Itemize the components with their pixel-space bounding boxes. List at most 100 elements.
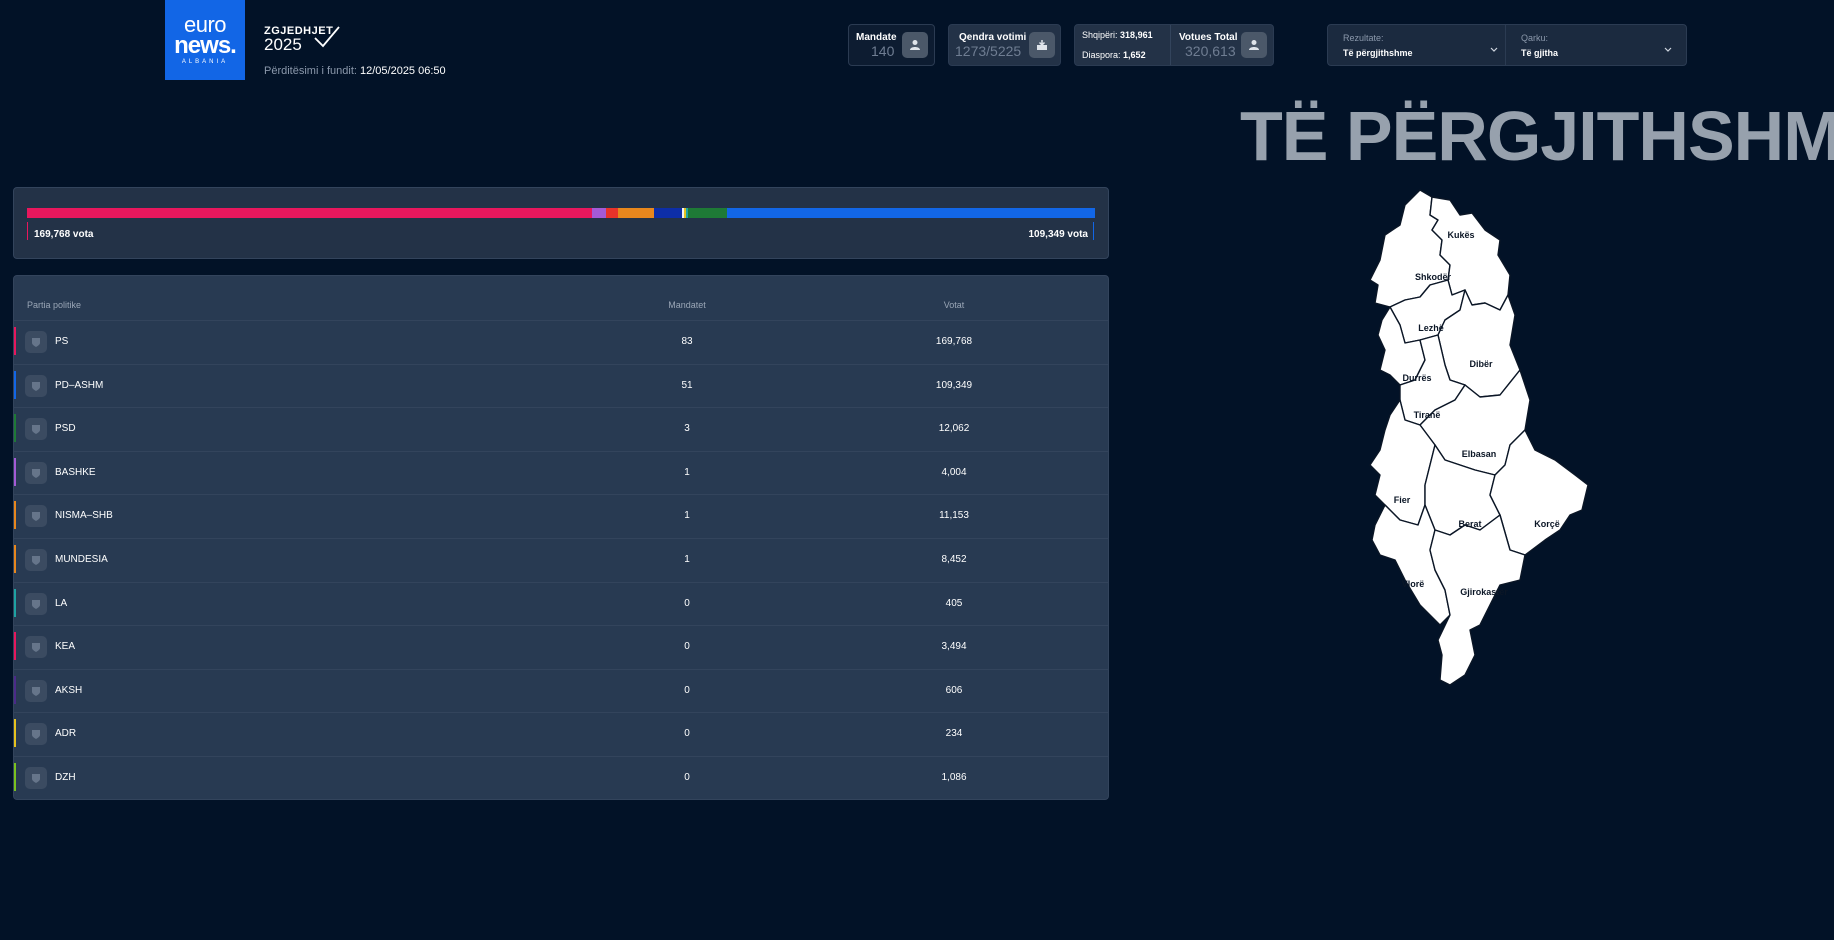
ballot-box-icon bbox=[1029, 32, 1055, 58]
map-label-fier: Fier bbox=[1393, 495, 1411, 505]
party-name: BASHKE bbox=[55, 466, 96, 478]
person-icon bbox=[1241, 32, 1267, 58]
map-label-korce: Korçë bbox=[1534, 519, 1560, 529]
party-name: LA bbox=[55, 597, 68, 609]
party-votes: 8,452 bbox=[941, 554, 967, 565]
region-title: TË PËRGJITHSHME bbox=[1240, 97, 1834, 175]
shqiperi-value: 318,961 bbox=[1120, 30, 1153, 40]
diaspora-row: Diaspora: 1,652 bbox=[1082, 50, 1146, 60]
table-row[interactable]: MUNDESIA 1 8,452 bbox=[14, 538, 1108, 583]
bar-segment-ps[interactable] bbox=[27, 208, 592, 218]
party-seats: 1 bbox=[684, 510, 690, 522]
bar-left-label: 169,768 vota bbox=[34, 229, 94, 240]
table-row[interactable]: ADR 0 234 bbox=[14, 712, 1108, 757]
party-votes: 109,349 bbox=[935, 379, 973, 391]
qendra-value: 1273/5225 bbox=[955, 43, 1022, 59]
ps-logo-icon bbox=[25, 331, 47, 353]
party-color-stripe bbox=[14, 719, 16, 748]
table-row[interactable]: PSD 3 12,062 bbox=[14, 407, 1108, 452]
header-seats: Mandatet bbox=[668, 300, 706, 310]
party-name: MUNDESIA bbox=[55, 554, 108, 565]
party-name: AKSH bbox=[55, 684, 83, 696]
logo-line-3: ALBANIA bbox=[181, 59, 229, 65]
divider bbox=[1170, 25, 1171, 65]
seat-bar-card: 169,768 vota 109,349 vota bbox=[13, 187, 1109, 259]
table-row[interactable]: LA 0 405 bbox=[14, 582, 1108, 627]
party-seats: 83 bbox=[681, 336, 693, 347]
bar-segment-kea[interactable] bbox=[605, 208, 618, 218]
header-votes: Votat bbox=[943, 300, 965, 310]
map-svg bbox=[1369, 189, 1589, 686]
party-color-stripe bbox=[14, 370, 16, 399]
map-label-lezhe: Lezhë bbox=[1418, 323, 1444, 333]
shqiperi-row: Shqipëri: 318,961 bbox=[1082, 30, 1153, 40]
party-seats: 51 bbox=[681, 379, 693, 391]
mundesia-logo-icon bbox=[25, 549, 47, 571]
qarku-label: Qarku: bbox=[1521, 33, 1549, 43]
shqiperi-label: Shqipëri: bbox=[1082, 30, 1118, 40]
map-label-elbasan: Elbasan bbox=[1461, 449, 1497, 459]
party-seats: 0 bbox=[684, 597, 690, 609]
table-row[interactable]: BASHKE 1 4,004 bbox=[14, 451, 1108, 496]
party-color-stripe bbox=[14, 632, 16, 661]
diaspora-label: Diaspora: bbox=[1082, 50, 1121, 60]
map-label-vlore: Vlorë bbox=[1401, 579, 1425, 589]
party-color-stripe bbox=[14, 327, 16, 355]
results-table: Partia politike Mandatet Votat PS 83 169,7… bbox=[13, 275, 1109, 800]
bar-segment-mundesia[interactable] bbox=[617, 208, 654, 218]
party-color-stripe bbox=[14, 501, 16, 530]
mandate-value: 140 bbox=[871, 43, 895, 59]
party-name: PS bbox=[55, 336, 69, 347]
map-label-durres: Durrës bbox=[1402, 373, 1432, 383]
bar-segment-bashke[interactable] bbox=[591, 208, 606, 218]
party-seats: 3 bbox=[684, 423, 690, 435]
map-label-shkoder: Shkodër bbox=[1414, 272, 1452, 282]
bar-segment-psd[interactable] bbox=[688, 208, 727, 218]
party-color-stripe bbox=[14, 763, 16, 791]
votues-label: Votues Total bbox=[1179, 32, 1238, 43]
rezultate-label: Rezultate: bbox=[1343, 33, 1384, 43]
party-color-stripe bbox=[14, 457, 16, 486]
map-label-tirane: Tiranë bbox=[1413, 410, 1441, 420]
table-row[interactable]: DZH 0 1,086 bbox=[14, 756, 1108, 800]
party-color-stripe bbox=[14, 545, 16, 573]
party-votes: 1,086 bbox=[941, 772, 967, 783]
rezultate-select[interactable]: Rezultate: Të përgjithshme bbox=[1328, 25, 1505, 65]
qarku-select[interactable]: Qarku: Të gjitha bbox=[1506, 25, 1682, 65]
shield-placeholder-icon bbox=[25, 767, 47, 789]
votues-stat: Shqipëri: 318,961 Diaspora: 1,652 Votues… bbox=[1074, 24, 1274, 66]
euronews-logo[interactable]: euro news. ALBANIA bbox=[165, 0, 245, 80]
bar-right-label: 109,349 vota bbox=[1028, 229, 1089, 240]
person-icon bbox=[902, 32, 928, 58]
bar-segment-pd-ashm[interactable] bbox=[726, 208, 1096, 218]
party-votes: 606 bbox=[945, 684, 963, 696]
rezultate-value: Të përgjithshme bbox=[1343, 48, 1413, 58]
table-row[interactable]: AKSH 0 606 bbox=[14, 669, 1108, 714]
party-votes: 12,062 bbox=[938, 423, 970, 435]
filter-group: Rezultate: Të përgjithshme Qarku: Të gji… bbox=[1327, 24, 1687, 66]
updated-label: Përditësimi i fundit: bbox=[264, 65, 357, 77]
diaspora-value: 1,652 bbox=[1123, 50, 1146, 60]
party-seats: 0 bbox=[684, 772, 690, 783]
qendra-stat: Qendra votimi 1273/5225 bbox=[948, 24, 1061, 66]
map-label-gjirokaster: Gjirokastër bbox=[1460, 587, 1508, 597]
updated-value: 12/05/2025 06:50 bbox=[360, 65, 446, 77]
party-votes: 11,153 bbox=[939, 510, 969, 522]
map-label-berat: Berat bbox=[1458, 519, 1482, 529]
party-seats: 0 bbox=[684, 684, 690, 696]
right-tick bbox=[1093, 222, 1094, 240]
mandate-stat: Mandate 140 bbox=[848, 24, 935, 66]
party-seats: 0 bbox=[684, 641, 690, 653]
party-name: KEA bbox=[55, 641, 76, 653]
table-row[interactable]: PD–ASHM 51 109,349 bbox=[14, 364, 1108, 409]
party-votes: 4,004 bbox=[941, 466, 967, 478]
table-row[interactable]: PS 83 169,768 bbox=[14, 320, 1108, 365]
table-row[interactable]: KEA 0 3,494 bbox=[14, 625, 1108, 670]
bar-segment-psd-alt[interactable] bbox=[653, 208, 682, 218]
map-label-diber: Dibër bbox=[1469, 359, 1493, 369]
bashke-logo-icon bbox=[25, 461, 47, 484]
table-row[interactable]: NISMA–SHB 1 11,153 bbox=[14, 494, 1108, 539]
party-color-stripe bbox=[14, 588, 16, 617]
party-color-stripe bbox=[14, 414, 16, 443]
shield-placeholder-icon bbox=[25, 592, 47, 615]
